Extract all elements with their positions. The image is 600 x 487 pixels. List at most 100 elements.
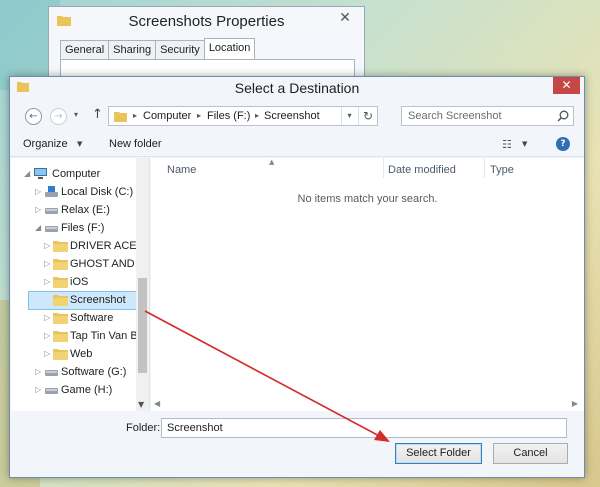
- tab-security[interactable]: Security: [155, 40, 205, 60]
- navigation-pane[interactable]: ◢ Computer ▷ Local Disk (C:) ▷ Relax (E:…: [11, 158, 150, 411]
- tree-item-web[interactable]: ▷ Web: [11, 346, 135, 363]
- tree-item-ghost-and-is[interactable]: ▷ GHOST AND IS: [11, 256, 148, 273]
- up-button[interactable]: ↑: [92, 107, 103, 122]
- breadcrumb-separator[interactable]: ▸: [133, 111, 137, 120]
- nav-scrollbar[interactable]: ▼: [136, 158, 149, 411]
- search-input[interactable]: Search Screenshot: [401, 106, 574, 126]
- expand-arrow-icon[interactable]: ▷: [44, 241, 50, 250]
- folder-icon: [53, 277, 68, 288]
- folder-icon: [53, 295, 68, 306]
- tree-label: Game (H:): [61, 384, 113, 396]
- tree-item-screenshot[interactable]: Screenshot: [28, 291, 145, 310]
- file-list[interactable]: ▲ Name Date modified Type No items match…: [151, 158, 584, 411]
- column-divider[interactable]: [484, 158, 485, 178]
- column-divider[interactable]: [383, 158, 384, 178]
- expand-arrow-icon[interactable]: ▷: [44, 349, 50, 358]
- breadcrumb-separator[interactable]: ▸: [255, 111, 259, 120]
- cancel-button[interactable]: Cancel: [493, 443, 568, 464]
- expand-arrow-icon[interactable]: ▷: [44, 313, 50, 322]
- expand-arrow-icon[interactable]: ▷: [35, 205, 41, 214]
- new-folder-button[interactable]: New folder: [109, 138, 162, 150]
- sort-ascending-icon: ▲: [269, 158, 275, 166]
- folder-icon: [53, 313, 68, 324]
- tree-label: Screenshot: [70, 294, 126, 306]
- properties-titlebar: Screenshots Properties ✕: [49, 7, 364, 35]
- organize-button[interactable]: Organize: [23, 138, 68, 150]
- tree-label: Software: [70, 312, 114, 324]
- properties-close-button[interactable]: ✕: [334, 9, 356, 27]
- tab-general[interactable]: General: [60, 40, 110, 60]
- tree-label: Tap Tin Van Ba: [70, 330, 144, 342]
- expand-arrow-icon[interactable]: ▷: [44, 331, 50, 340]
- select-destination-dialog: Select a Destination ✕ ← → ▾ ↑ ▸ Compute…: [9, 76, 585, 478]
- tree-label: Files (F:): [61, 222, 105, 234]
- expand-arrow-icon[interactable]: ▷: [44, 259, 50, 268]
- tab-location[interactable]: Location: [203, 38, 256, 60]
- help-icon[interactable]: ?: [556, 137, 570, 151]
- folder-icon: [53, 259, 68, 270]
- dialog-title: Select a Destination: [234, 80, 360, 96]
- folder-field-label: Folder:: [126, 422, 161, 434]
- breadcrumb-files-f[interactable]: Files (F:): [207, 110, 250, 122]
- search-icon[interactable]: [557, 110, 569, 122]
- tree-item-files-f[interactable]: ◢ Files (F:): [11, 220, 135, 237]
- breadcrumb-screenshot[interactable]: Screenshot: [264, 110, 320, 122]
- expand-arrow-icon[interactable]: ▷: [35, 367, 41, 376]
- drive-icon: [45, 370, 58, 376]
- dialog-titlebar: Select a Destination ✕: [10, 77, 584, 99]
- chevron-down-icon[interactable]: ▼: [522, 140, 527, 148]
- command-toolbar: Organize ▼ New folder ☷ ▼ ?: [10, 133, 584, 157]
- scroll-left-icon[interactable]: ◀: [154, 399, 160, 408]
- computer-icon: [34, 168, 47, 179]
- properties-title: Screenshots Properties: [128, 13, 285, 30]
- address-dropdown[interactable]: ▾: [341, 107, 357, 125]
- tree-label: Local Disk (C:): [61, 186, 134, 198]
- folder-icon: [53, 349, 68, 360]
- expand-arrow-icon[interactable]: ▷: [35, 187, 41, 196]
- tree-item-software[interactable]: ▷ Software: [11, 310, 135, 327]
- address-bar[interactable]: ▸ Computer ▸ Files (F:) ▸ Screenshot ▾ ↻: [108, 106, 378, 126]
- tree-label: Software (G:): [61, 366, 127, 378]
- folder-name-input[interactable]: Screenshot: [161, 418, 567, 438]
- forward-button[interactable]: →: [50, 108, 67, 125]
- select-folder-button[interactable]: Select Folder: [395, 443, 482, 464]
- tree-item-driver-acer[interactable]: ▷ DRIVER ACER: [11, 238, 145, 255]
- expand-arrow-icon[interactable]: ▷: [44, 277, 50, 286]
- tree-item-relax-e[interactable]: ▷ Relax (E:): [11, 202, 135, 219]
- tree-item-ios[interactable]: ▷ iOS: [11, 274, 135, 291]
- drive-icon: [45, 388, 58, 394]
- view-options-icon[interactable]: ☷: [502, 138, 512, 151]
- drive-icon: [45, 208, 58, 214]
- horizontal-scrollbar[interactable]: ◀ ▶: [151, 397, 584, 411]
- expand-arrow-icon[interactable]: ▷: [35, 385, 41, 394]
- folder-icon: [114, 112, 127, 122]
- recent-locations-dropdown[interactable]: ▾: [74, 110, 78, 119]
- tree-item-tap-tin-van-ba[interactable]: ▷ Tap Tin Van Ba: [11, 328, 144, 345]
- scroll-down-icon[interactable]: ▼: [138, 400, 144, 409]
- tree-item-software-g[interactable]: ▷ Software (G:): [11, 364, 135, 381]
- tab-sharing[interactable]: Sharing: [108, 40, 157, 60]
- column-header-type[interactable]: Type: [490, 164, 514, 176]
- folder-icon: [53, 331, 68, 342]
- search-placeholder: Search Screenshot: [408, 110, 502, 122]
- expand-arrow-icon[interactable]: ◢: [35, 223, 41, 232]
- properties-tabs: General Sharing Security Location: [60, 38, 256, 60]
- scrollbar-thumb[interactable]: [138, 278, 147, 373]
- back-button[interactable]: ←: [25, 108, 42, 125]
- tree-label: iOS: [70, 276, 89, 288]
- tree-label: Web: [70, 348, 93, 360]
- tree-item-game-h[interactable]: ▷ Game (H:): [11, 382, 135, 399]
- scroll-right-icon[interactable]: ▶: [572, 399, 578, 408]
- chevron-down-icon[interactable]: ▼: [77, 140, 82, 148]
- tree-label: Relax (E:): [61, 204, 110, 216]
- drive-icon: [45, 186, 58, 197]
- breadcrumb-computer[interactable]: Computer: [143, 110, 191, 122]
- expand-arrow-icon[interactable]: ◢: [24, 169, 30, 178]
- close-button[interactable]: ✕: [553, 77, 580, 94]
- column-header-date-modified[interactable]: Date modified: [388, 164, 456, 176]
- tree-item-local-disk-c[interactable]: ▷ Local Disk (C:): [11, 184, 135, 201]
- breadcrumb-separator[interactable]: ▸: [197, 111, 201, 120]
- tree-item-computer[interactable]: ◢ Computer: [11, 166, 135, 183]
- refresh-icon[interactable]: ↻: [358, 107, 377, 125]
- column-header-name[interactable]: Name: [167, 164, 196, 176]
